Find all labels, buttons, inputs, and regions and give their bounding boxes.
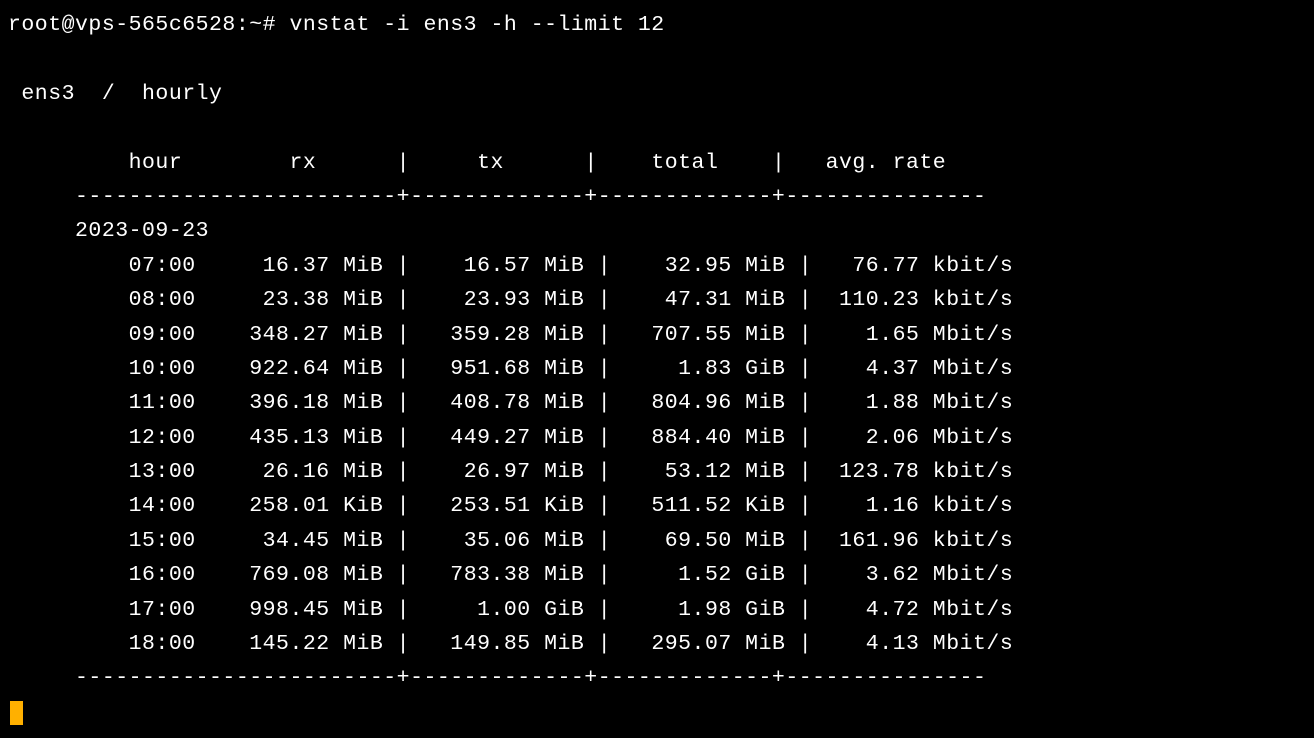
- col-rx: rx: [289, 151, 316, 175]
- cursor[interactable]: [10, 701, 23, 725]
- table-row: 12:00 435.13 MiB | 449.27 MiB | 884.40 M…: [8, 426, 1013, 450]
- shell-prompt: root@vps-565c6528:~# vnstat -i ens3 -h -…: [8, 13, 665, 37]
- cell-rx: 16.37 MiB: [196, 254, 384, 278]
- terminal-output: root@vps-565c6528:~# vnstat -i ens3 -h -…: [0, 0, 1314, 738]
- table-row: 07:00 16.37 MiB | 16.57 MiB | 32.95 MiB …: [8, 254, 1013, 278]
- date-label: 2023-09-23: [75, 219, 209, 243]
- table-row: 11:00 396.18 MiB | 408.78 MiB | 804.96 M…: [8, 391, 1013, 415]
- cell-total: 32.95 MiB: [611, 254, 785, 278]
- table-row: 08:00 23.38 MiB | 23.93 MiB | 47.31 MiB …: [8, 288, 1013, 312]
- col-total: total: [651, 151, 718, 175]
- table-row: 17:00 998.45 MiB | 1.00 GiB | 1.98 GiB |…: [8, 598, 1013, 622]
- table-row: 16:00 769.08 MiB | 783.38 MiB | 1.52 GiB…: [8, 563, 1013, 587]
- table-row: 14:00 258.01 KiB | 253.51 KiB | 511.52 K…: [8, 494, 1013, 518]
- table-row: 13:00 26.16 MiB | 26.97 MiB | 53.12 MiB …: [8, 460, 1013, 484]
- col-rate: avg. rate: [826, 151, 947, 175]
- col-tx: tx: [477, 151, 504, 175]
- command-text: vnstat -i ens3 -h --limit 12: [289, 13, 664, 37]
- cell-rate: 76.77 kbit/s: [812, 254, 1013, 278]
- cell-tx: 16.57 MiB: [410, 254, 584, 278]
- interface-name: ens3: [21, 82, 75, 106]
- table-header-row: hour rx | tx | total | avg. rate: [8, 151, 946, 175]
- mode-label: hourly: [142, 82, 222, 106]
- table-row: 09:00 348.27 MiB | 359.28 MiB | 707.55 M…: [8, 323, 1013, 347]
- table-row: 18:00 145.22 MiB | 149.85 MiB | 295.07 M…: [8, 632, 1013, 656]
- col-hour: hour: [129, 151, 183, 175]
- table-row: 10:00 922.64 MiB | 951.68 MiB | 1.83 GiB…: [8, 357, 1013, 381]
- table-row: 15:00 34.45 MiB | 35.06 MiB | 69.50 MiB …: [8, 529, 1013, 553]
